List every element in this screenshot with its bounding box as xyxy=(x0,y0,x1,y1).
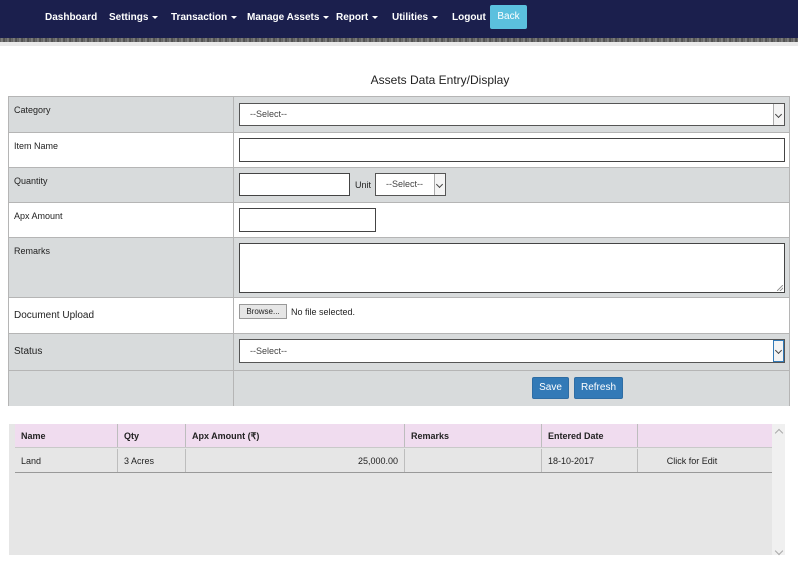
column-header-remarks[interactable]: Remarks xyxy=(405,424,542,447)
page-title: Assets Data Entry/Display xyxy=(370,73,510,87)
cell-entered-date: 18-10-2017 xyxy=(542,449,638,472)
nav-settings[interactable]: Settings xyxy=(109,12,159,23)
remarks-label: Remarks xyxy=(9,238,234,297)
row-category: Category --Select-- xyxy=(9,97,789,132)
table-row: Land 3 Acres 25,000.00 18-10-2017 Click … xyxy=(15,449,772,473)
nav-dashboard[interactable]: Dashboard xyxy=(45,12,97,23)
apx-amount-input[interactable] xyxy=(239,208,376,232)
row-actions: Save Refresh xyxy=(9,370,789,406)
column-header-name[interactable]: Name xyxy=(15,424,118,447)
nav-logout[interactable]: Logout xyxy=(452,12,486,23)
quantity-cell: Unit --Select-- xyxy=(234,168,789,202)
nav-utilities[interactable]: Utilities xyxy=(392,12,439,23)
chevron-down-icon xyxy=(773,340,784,362)
column-header-qty[interactable]: Qty xyxy=(118,424,186,447)
cell-remarks xyxy=(405,449,542,472)
caret-down-icon xyxy=(432,15,439,19)
save-button[interactable]: Save xyxy=(532,377,569,399)
grid-scrollbar[interactable] xyxy=(772,424,785,555)
quantity-input[interactable] xyxy=(239,173,350,196)
caret-down-icon xyxy=(152,15,159,19)
chevron-down-icon xyxy=(434,174,445,195)
unit-select[interactable]: --Select-- xyxy=(375,173,446,196)
navbar-shadow xyxy=(0,42,798,46)
status-label: Status xyxy=(9,334,234,370)
actions-label-cell xyxy=(9,371,234,406)
unit-select-value: --Select-- xyxy=(386,179,424,189)
cell-apx-amount: 25,000.00 xyxy=(186,449,405,472)
row-status: Status --Select-- xyxy=(9,333,789,370)
caret-down-icon xyxy=(323,15,330,19)
row-document-upload: Document Upload Browse... No file select… xyxy=(9,297,789,333)
unit-label: Unit xyxy=(355,180,372,190)
row-quantity: Quantity Unit --Select-- xyxy=(9,167,789,202)
status-cell: --Select-- xyxy=(234,334,789,370)
column-header-entered-date[interactable]: Entered Date xyxy=(542,424,638,447)
nav-report-label: Report xyxy=(336,12,369,23)
row-apx-amount: Apx Amount xyxy=(9,202,789,237)
asset-entry-form: Category --Select-- Item Name Quantity U… xyxy=(8,96,790,406)
file-status-text: No file selected. xyxy=(291,307,356,317)
quantity-label: Quantity xyxy=(9,168,234,202)
document-upload-cell: Browse... No file selected. xyxy=(234,298,789,333)
nav-manage-assets-label: Manage Assets xyxy=(247,12,320,23)
caret-down-icon xyxy=(231,15,238,19)
column-header-apx-amount[interactable]: Apx Amount (₹) xyxy=(186,424,405,447)
status-select[interactable]: --Select-- xyxy=(239,339,785,363)
browse-button[interactable]: Browse... xyxy=(239,304,287,319)
status-select-value: --Select-- xyxy=(250,346,288,356)
row-remarks: Remarks xyxy=(9,237,789,297)
category-cell: --Select-- xyxy=(234,97,789,132)
remarks-cell xyxy=(234,238,789,297)
nav-report[interactable]: Report xyxy=(336,12,379,23)
apx-amount-label: Apx Amount xyxy=(9,203,234,237)
document-upload-label: Document Upload xyxy=(9,298,234,333)
actions-cell: Save Refresh xyxy=(234,371,789,406)
edit-link[interactable]: Click for Edit xyxy=(638,449,772,472)
nav-transaction-label: Transaction xyxy=(171,12,228,23)
remarks-textarea[interactable] xyxy=(239,243,785,293)
item-name-label: Item Name xyxy=(9,133,234,167)
nav-transaction[interactable]: Transaction xyxy=(171,12,238,23)
row-item-name: Item Name xyxy=(9,132,789,167)
caret-down-icon xyxy=(372,15,379,19)
chevron-down-icon xyxy=(773,104,784,125)
grid-header-row: Name Qty Apx Amount (₹) Remarks Entered … xyxy=(15,424,772,448)
nav-utilities-label: Utilities xyxy=(392,12,429,23)
apx-amount-cell xyxy=(234,203,789,237)
category-select[interactable]: --Select-- xyxy=(239,103,785,126)
nav-dashboard-label: Dashboard xyxy=(45,12,98,23)
nav-logout-label: Logout xyxy=(452,12,486,23)
nav-settings-label: Settings xyxy=(109,12,149,23)
column-header-action xyxy=(638,424,772,447)
category-select-value: --Select-- xyxy=(250,109,288,119)
cell-qty: 3 Acres xyxy=(118,449,186,472)
item-name-input[interactable] xyxy=(239,138,785,162)
cell-name: Land xyxy=(15,449,118,472)
back-button[interactable]: Back xyxy=(490,5,527,29)
top-navbar: Dashboard Settings Transaction Manage As… xyxy=(0,0,798,38)
resize-handle-icon[interactable] xyxy=(777,285,783,291)
nav-manage-assets[interactable]: Manage Assets xyxy=(247,12,330,23)
item-name-cell xyxy=(234,133,789,167)
category-label: Category xyxy=(9,97,234,132)
refresh-button[interactable]: Refresh xyxy=(574,377,623,399)
